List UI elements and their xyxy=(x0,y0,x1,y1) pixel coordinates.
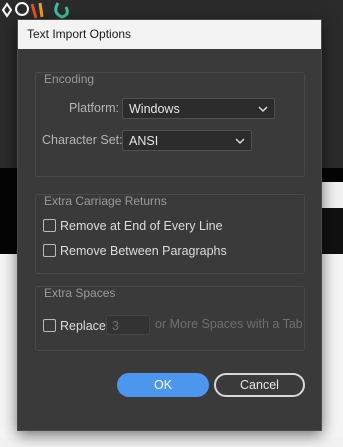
replace-spaces-checkbox[interactable] xyxy=(43,319,56,332)
character-set-select[interactable]: ANSI xyxy=(122,130,252,151)
dialog-titlebar[interactable]: Text Import Options xyxy=(18,20,321,49)
platform-select-value: Windows xyxy=(129,102,180,116)
replace-label: Replace xyxy=(60,319,106,333)
chevron-down-icon xyxy=(258,106,268,113)
remove-between-paragraphs-label: Remove Between Paragraphs xyxy=(60,244,227,258)
background-bottom-strip xyxy=(0,438,343,447)
background-edge-dark xyxy=(322,208,343,254)
character-set-label: Character Set: xyxy=(42,133,123,147)
spaces-suffix-text: or More Spaces with a Tab xyxy=(155,317,303,331)
platform-label: Platform: xyxy=(69,101,120,115)
platform-select[interactable]: Windows xyxy=(122,98,275,119)
extra-spaces-legend: Extra Spaces xyxy=(44,286,116,300)
dialog-title: Text Import Options xyxy=(27,27,132,41)
ok-button[interactable]: OK xyxy=(117,373,209,397)
character-set-select-value: ANSI xyxy=(129,134,159,148)
remove-end-of-line-label: Remove at End of Every Line xyxy=(60,219,223,233)
background-edge xyxy=(322,182,343,208)
remove-end-of-line-checkbox[interactable] xyxy=(43,219,56,232)
carriage-returns-legend: Extra Carriage Returns xyxy=(44,194,167,208)
remove-between-paragraphs-checkbox[interactable] xyxy=(43,244,56,257)
spaces-count-input[interactable]: 3 xyxy=(106,315,150,335)
encoding-legend: Encoding xyxy=(44,72,95,86)
text-import-options-dialog: Text Import Options Encoding Platform: W… xyxy=(17,19,322,431)
cancel-button[interactable]: Cancel xyxy=(214,373,305,397)
encoding-group: Encoding xyxy=(35,72,305,177)
chevron-down-icon xyxy=(235,138,245,145)
carriage-returns-group: Extra Carriage Returns xyxy=(35,194,305,274)
